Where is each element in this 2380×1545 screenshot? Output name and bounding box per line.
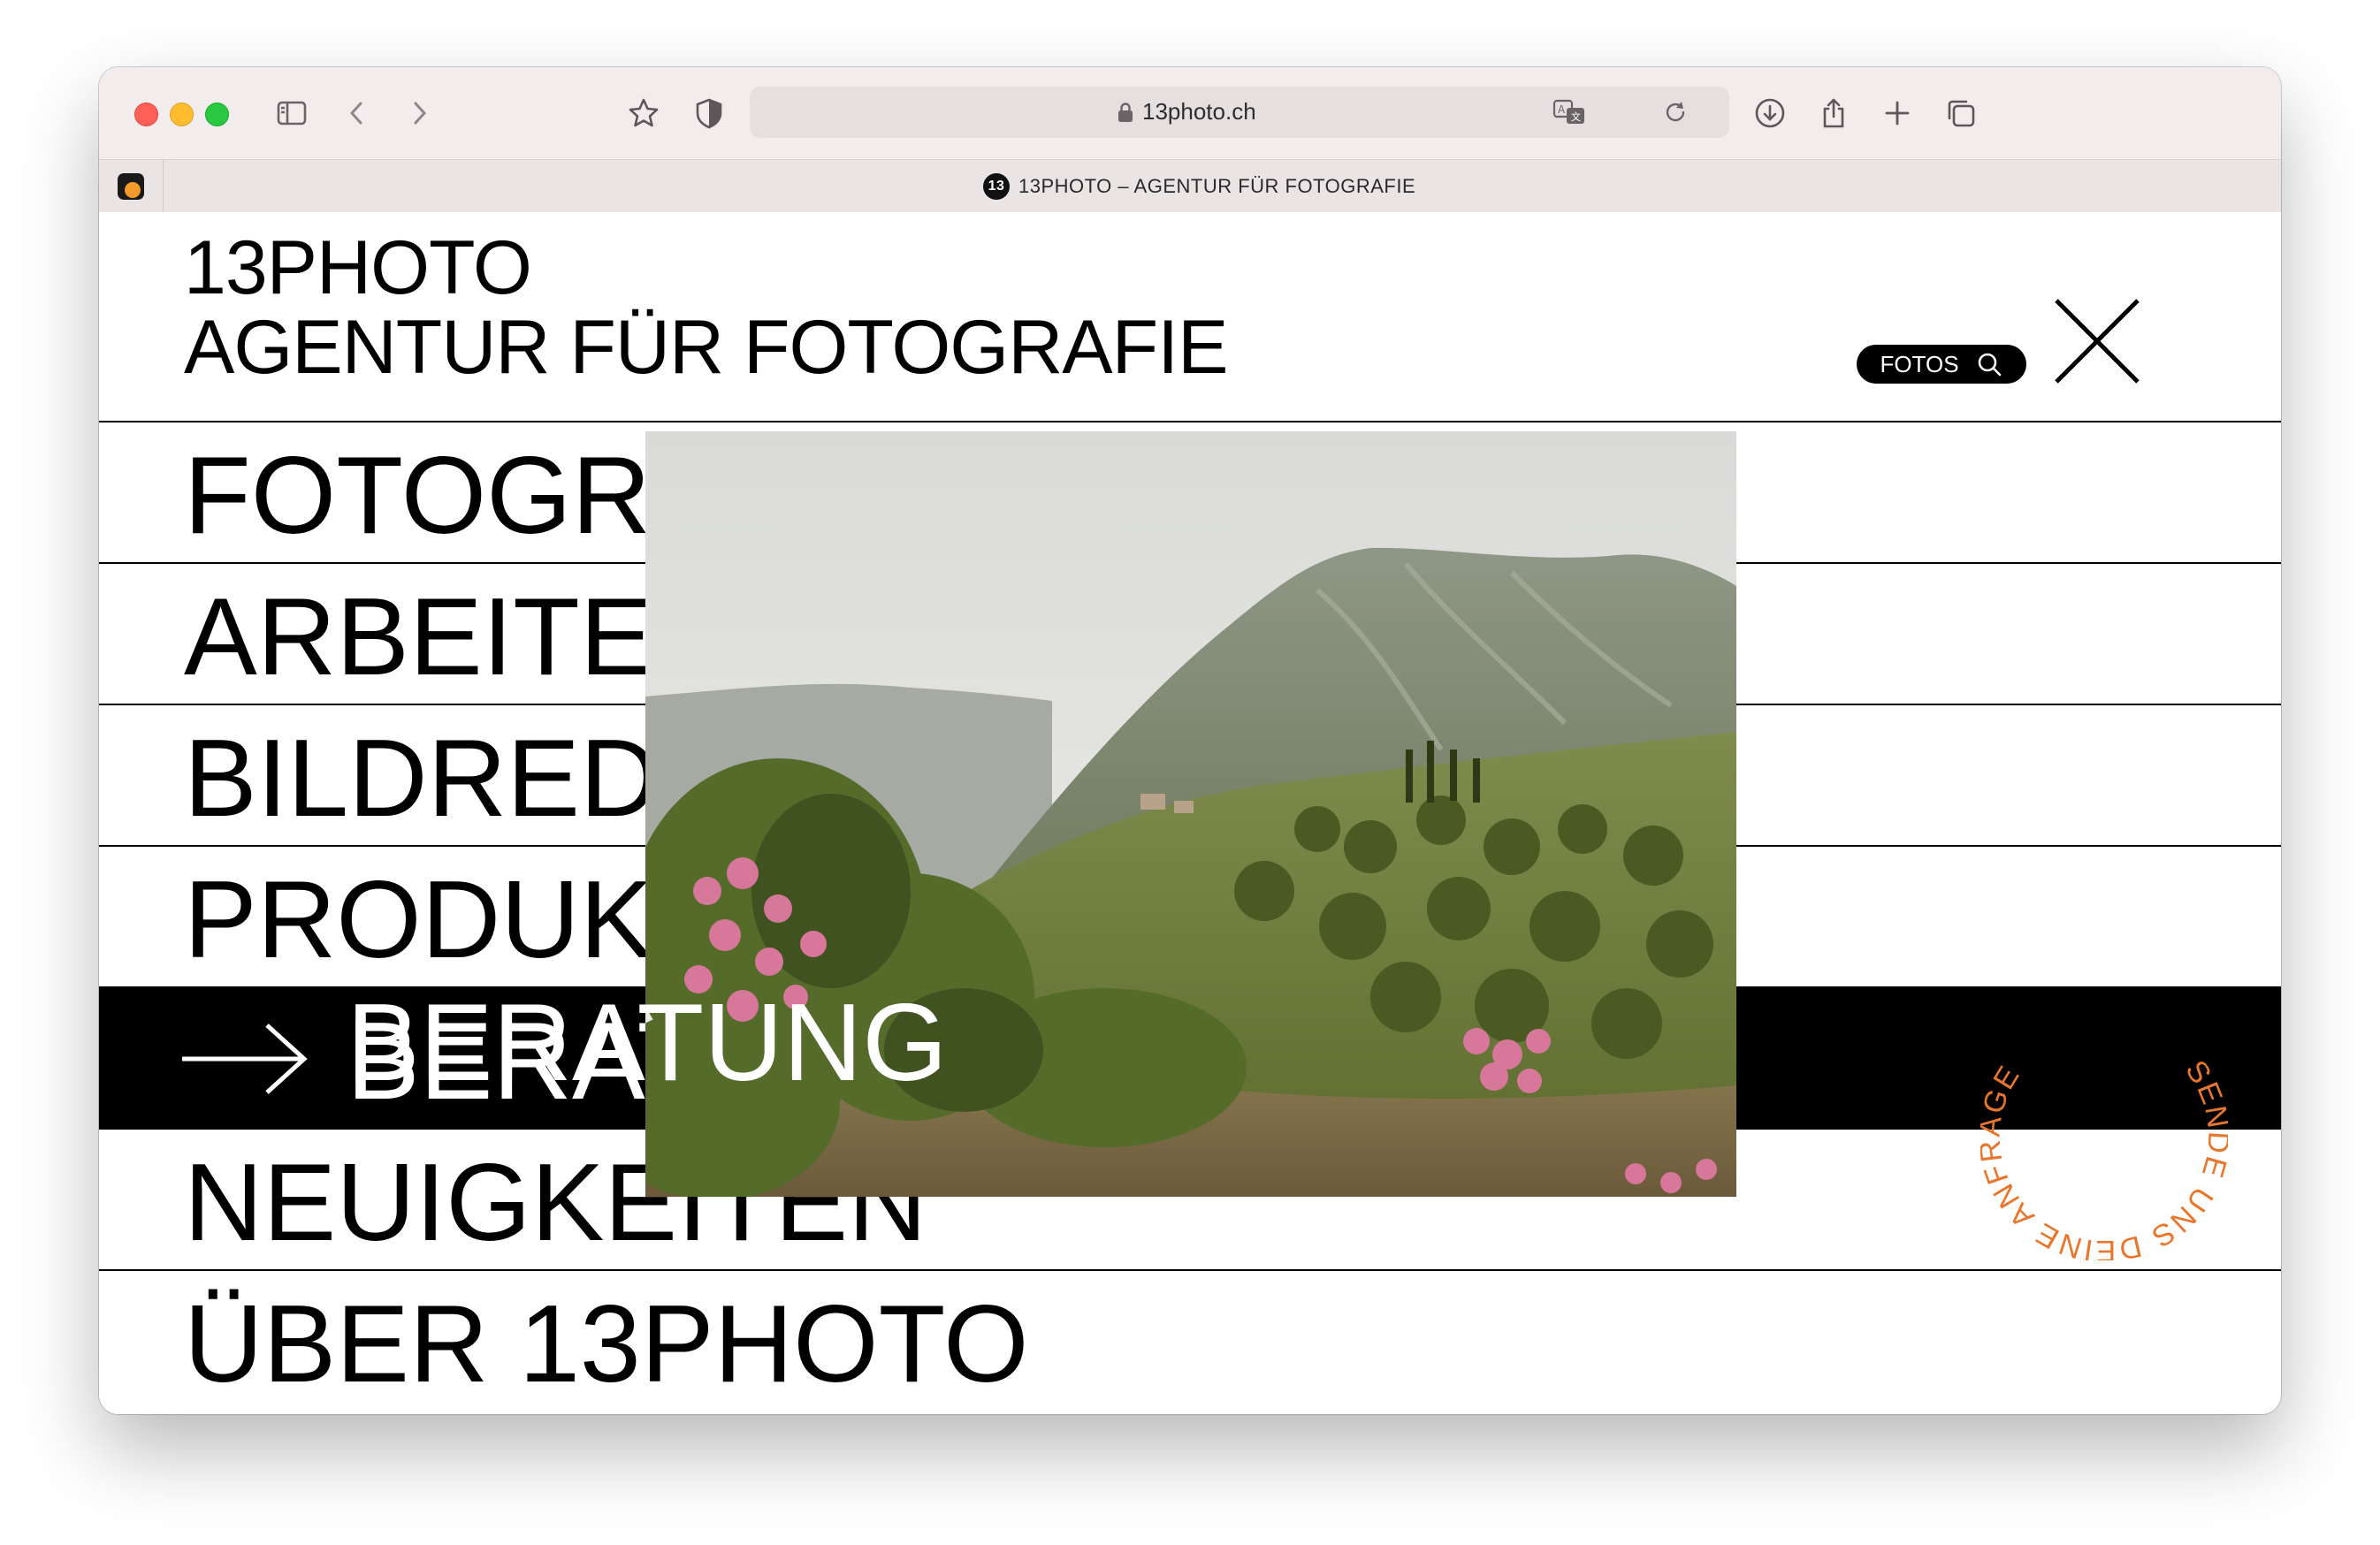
tab-bar: 13 13PHOTO – AGENTUR FÜR FOTOGRAFIE [99,159,2281,214]
close-window-button[interactable] [134,103,158,126]
beratung-overlay-label: BERATUNG [347,982,948,1104]
menu-item-ueber-13photo[interactable]: ÜBER 13PHOTO [99,1269,2281,1411]
search-icon [1978,353,2001,377]
arrow-right-icon [182,1024,308,1094]
star-icon[interactable] [622,92,665,134]
stamp-text: SENDE UNS DEINE ANFRAGE [1980,1013,2228,1260]
zoom-window-button[interactable] [205,103,229,126]
pinned-tab[interactable] [99,160,164,213]
minimize-window-button[interactable] [170,103,194,126]
shield-icon[interactable] [688,92,730,134]
lock-icon [1118,103,1133,122]
brand-tagline: AGENTUR FÜR FOTOGRAFIE [184,305,1228,390]
brand-name: 13PHOTO [184,225,532,310]
tab-title: 13PHOTO – AGENTUR FÜR FOTOGRAFIE [1018,175,1416,197]
svg-text:文: 文 [1571,110,1581,123]
reload-icon[interactable] [1662,99,1689,126]
translate-icon[interactable]: A 文 [1552,97,1588,127]
download-icon[interactable] [1749,92,1791,134]
browser-toolbar: 13photo.ch A 文 [99,67,2281,159]
pinned-tab-favicon [118,173,144,200]
site-brand[interactable]: 13PHOTO AGENTUR FÜR FOTOGRAFIE [184,225,1228,390]
tabs-icon[interactable] [1940,92,1982,134]
sidebar-icon[interactable] [271,92,313,134]
chevron-left-icon[interactable] [336,92,378,134]
plus-icon[interactable] [1876,92,1918,134]
active-tab[interactable]: 13 13PHOTO – AGENTUR FÜR FOTOGRAFIE [983,160,1415,213]
chevron-right-icon[interactable] [398,92,440,134]
address-url: 13photo.ch [1142,98,1256,125]
address-bar[interactable]: 13photo.ch A 文 [750,87,1729,138]
tab-favicon: 13 [983,173,1010,200]
browser-window: 13photo.ch A 文 13 13PHOTO – AGENTUR FÜR … [99,67,2281,1414]
close-icon[interactable] [2044,288,2150,394]
share-icon[interactable] [1812,92,1855,134]
svg-text:A: A [1558,103,1566,116]
fotos-search-button[interactable]: FOTOS [1857,345,2026,384]
page-content: 13PHOTO AGENTUR FÜR FOTOGRAFIE FOTOS FOT… [99,212,2281,1414]
send-request-stamp[interactable]: SENDE UNS DEINE ANFRAGE [1980,1013,2228,1260]
fotos-search-label: FOTOS [1880,350,1959,377]
menu-item-label: ÜBER 13PHOTO [184,1283,1029,1405]
